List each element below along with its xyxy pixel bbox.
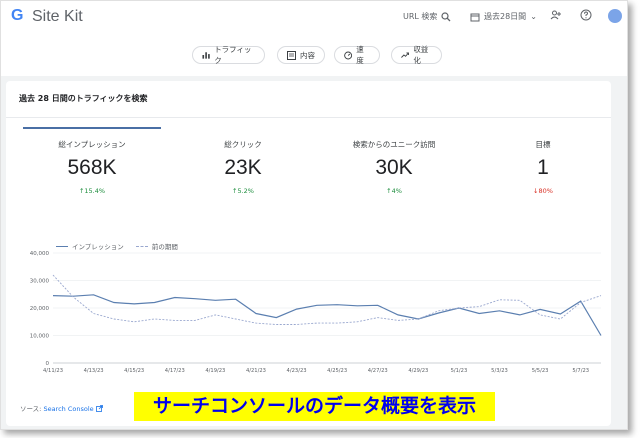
app-window: G Site Kit URL 検索 過去28日間 ⌄ トラフィック 内容 速度 — [0, 0, 628, 430]
x-tick-label: 4/13/23 — [84, 368, 104, 374]
calendar-icon — [470, 13, 480, 21]
url-search-button[interactable]: URL 検索 — [403, 11, 451, 22]
x-tick-label: 4/27/23 — [368, 368, 388, 374]
dashboard-nav: トラフィック 内容 速度 収益化 — [1, 34, 627, 76]
chevron-down-icon: ⌄ — [530, 12, 537, 21]
tab-monetization[interactable]: 収益化 — [391, 45, 442, 65]
avatar[interactable] — [608, 9, 622, 23]
search-icon — [441, 11, 451, 21]
metric-impressions[interactable]: 総インプレッション 568K ↑15.4% — [22, 139, 162, 195]
external-link-icon — [95, 405, 103, 412]
traffic-line-chart: 0 10,000 20,000 30,000 40,000 4/11/23 4/13/23 4… — [30, 251, 602, 374]
trending-up-icon — [401, 52, 409, 58]
x-tick-label: 4/15/23 — [124, 368, 144, 374]
x-tick-label: 4/21/23 — [246, 368, 266, 374]
series-line-impressions — [52, 294, 602, 336]
metric-clicks[interactable]: 総クリック 23K ↑5.2% — [173, 139, 313, 195]
date-range-label: 過去28日間 — [484, 12, 527, 21]
metric-unique-visitors[interactable]: 検索からのユニーク訪問 30K ↑4% — [324, 139, 464, 195]
speedometer-icon — [344, 51, 353, 59]
series-line-previous-period — [52, 274, 602, 325]
date-range-button[interactable]: 過去28日間 ⌄ — [470, 11, 537, 22]
help-icon[interactable] — [580, 9, 592, 21]
x-tick-label: 4/25/23 — [327, 368, 347, 374]
add-user-icon[interactable] — [550, 9, 562, 21]
x-tick-label: 5/1/23 — [451, 368, 468, 374]
chart-legend: インプレッション 前の期間 — [56, 241, 178, 251]
x-tick-label: 4/19/23 — [205, 368, 225, 374]
bar-chart-icon — [202, 52, 210, 59]
y-tick-label: 10,000 — [30, 334, 50, 340]
caption-banner: サーチコンソールのデータ概要を表示 — [134, 392, 495, 421]
x-tick-label: 5/7/23 — [572, 368, 589, 374]
y-tick-label: 0 — [46, 361, 50, 367]
x-tick-label: 4/23/23 — [287, 368, 307, 374]
top-bar: G Site Kit URL 検索 過去28日間 ⌄ — [1, 1, 627, 34]
x-tick-label: 4/11/23 — [43, 368, 63, 374]
source-footer: ソース: Search Console — [20, 403, 103, 413]
x-tick-label: 4/17/23 — [165, 368, 185, 374]
content-icon — [287, 50, 296, 60]
tab-traffic[interactable]: トラフィック — [192, 45, 265, 65]
x-tick-label: 5/5/23 — [532, 368, 549, 374]
y-tick-label: 40,000 — [30, 251, 50, 257]
legend-series-previous: 前の期間 — [151, 243, 178, 251]
legend-series-current: インプレッション — [72, 243, 124, 251]
tab-speed[interactable]: 速度 — [334, 45, 380, 65]
card-title: 過去 28 日間のトラフィックを検索 — [19, 94, 148, 103]
y-tick-label: 20,000 — [30, 306, 50, 312]
legend-solid-swatch — [56, 245, 68, 247]
divider — [6, 117, 611, 118]
tab-content[interactable]: 内容 — [277, 46, 325, 64]
search-traffic-card: 過去 28 日間のトラフィックを検索 総インプレッション 568K ↑15.4%… — [6, 81, 611, 426]
google-logo: G — [11, 7, 24, 24]
active-metric-indicator — [23, 127, 161, 129]
url-search-label: URL 検索 — [403, 12, 438, 21]
x-tick-label: 4/29/23 — [408, 368, 428, 374]
brand-name: Site Kit — [32, 8, 83, 25]
y-tick-label: 30,000 — [30, 279, 50, 285]
legend-dashed-swatch — [135, 245, 148, 247]
metric-goals[interactable]: 目標 1 ↓80% — [473, 139, 613, 195]
search-console-link[interactable]: Search Console — [43, 405, 93, 413]
x-tick-label: 5/3/23 — [491, 368, 508, 374]
